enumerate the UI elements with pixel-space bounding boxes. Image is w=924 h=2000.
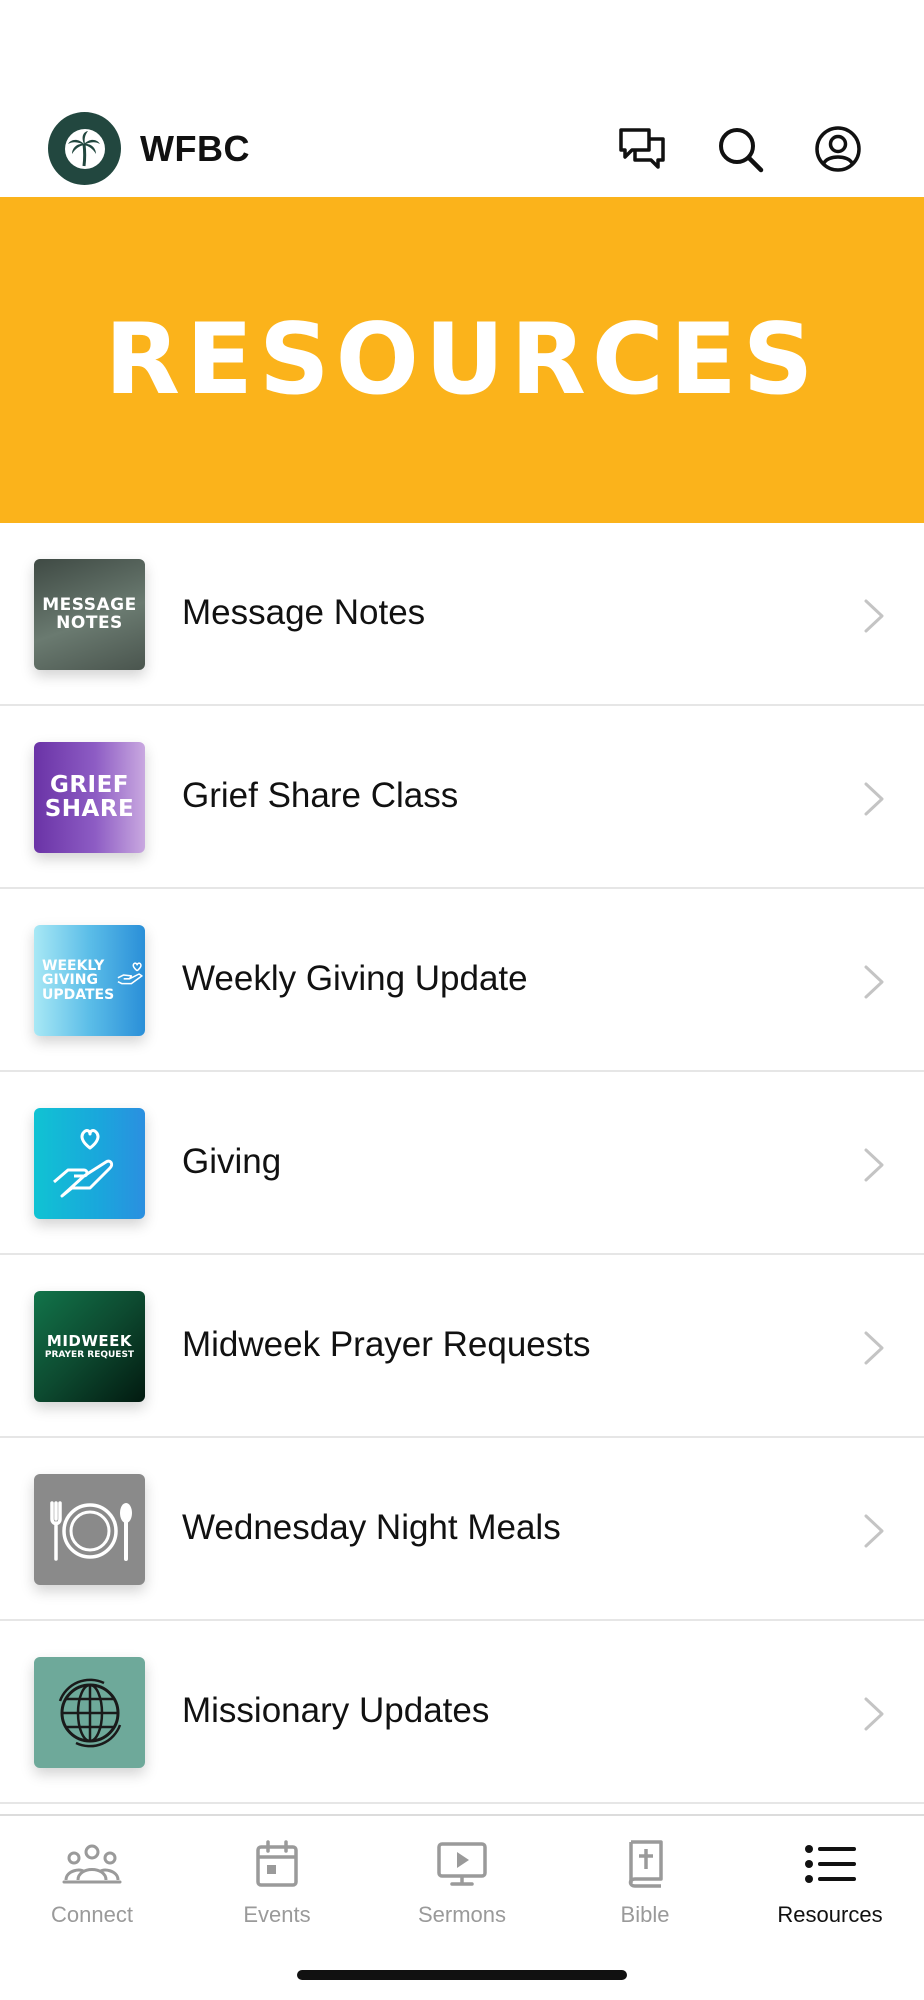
tab-label: Sermons — [417, 1902, 507, 1927]
chevron-right-icon — [864, 1514, 884, 1548]
resources-list: MESSAGE NOTES Message Notes GRIEF SHARE … — [0, 523, 924, 1804]
chevron-right-icon — [864, 599, 884, 633]
play-screen-icon — [370, 1834, 554, 1894]
chevron-right-icon — [864, 1697, 884, 1731]
hand-heart-icon — [52, 1128, 113, 1197]
globe-icon — [58, 1678, 121, 1747]
thumb-text-line: UPDATES — [42, 986, 115, 1003]
missionary-updates-thumbnail — [34, 1657, 145, 1768]
search-icon[interactable] — [715, 124, 765, 174]
list-item-label: Message Notes — [182, 593, 426, 632]
thumb-text-line: PRAYER REQUEST — [44, 1349, 135, 1360]
weekly-giving-thumbnail: WEEKLY GIVING UPDATES — [34, 925, 145, 1036]
message-notes-thumbnail: MESSAGE NOTES — [34, 559, 145, 670]
thumb-text-line: SHARE — [44, 795, 135, 822]
thumb-text-line: MIDWEEK — [46, 1331, 133, 1350]
people-icon — [0, 1834, 184, 1894]
list-item-label: Grief Share Class — [182, 776, 459, 815]
chat-icon[interactable] — [617, 124, 667, 174]
list-item-missionary-updates[interactable]: Missionary Updates — [0, 1621, 924, 1804]
page-banner: RESOURCES — [0, 197, 924, 523]
home-indicator[interactable] — [297, 1970, 627, 1980]
chevron-right-icon — [864, 1148, 884, 1182]
brand-name: WFBC — [140, 128, 250, 169]
tab-label: Bible — [620, 1902, 670, 1927]
app-header: WFBC — [0, 100, 924, 196]
midweek-prayer-thumbnail: MIDWEEK PRAYER REQUEST — [34, 1291, 145, 1402]
bible-icon — [553, 1834, 737, 1894]
chevron-right-icon — [864, 782, 884, 816]
wednesday-meals-thumbnail — [34, 1474, 145, 1585]
list-item-midweek-prayer[interactable]: MIDWEEK PRAYER REQUEST Midweek Prayer Re… — [0, 1255, 924, 1438]
giving-thumbnail — [34, 1108, 145, 1219]
page-title: RESOURCES — [104, 303, 820, 417]
thumb-text-line: GIVING — [42, 972, 98, 989]
hand-heart-icon — [117, 961, 143, 984]
chevron-right-icon — [864, 1331, 884, 1365]
list-item-message-notes[interactable]: MESSAGE NOTES Message Notes — [0, 523, 924, 706]
thumb-text-line: NOTES — [56, 612, 123, 633]
tab-label: Events — [243, 1902, 311, 1927]
list-item-weekly-giving-update[interactable]: WEEKLY GIVING UPDATES Weekly Giving Upda… — [0, 889, 924, 1072]
list-item-wednesday-meals[interactable]: Wednesday Night Meals — [0, 1438, 924, 1621]
list-item-grief-share[interactable]: GRIEF SHARE Grief Share Class — [0, 706, 924, 889]
list-icon — [738, 1834, 922, 1894]
thumb-text-line: GRIEF — [49, 772, 130, 799]
thumb-text-line: MESSAGE — [42, 595, 137, 616]
tab-events[interactable]: Events — [185, 1834, 369, 1928]
list-item-label: Midweek Prayer Requests — [182, 1325, 591, 1364]
list-item-label: Wednesday Night Meals — [182, 1508, 561, 1547]
thumb-text-line: WEEKLY — [42, 958, 105, 975]
calendar-icon — [185, 1834, 369, 1894]
profile-icon[interactable] — [813, 124, 863, 174]
grief-share-thumbnail: GRIEF SHARE — [34, 742, 145, 853]
list-item-label: Missionary Updates — [182, 1691, 490, 1730]
list-item-label: Weekly Giving Update — [182, 959, 528, 998]
tab-connect[interactable]: Connect — [0, 1834, 184, 1928]
tab-label: Connect — [51, 1902, 133, 1927]
church-logo[interactable] — [48, 112, 121, 185]
tab-sermons[interactable]: Sermons — [370, 1834, 554, 1928]
palm-tree-icon — [64, 128, 105, 169]
list-item-giving[interactable]: Giving — [0, 1072, 924, 1255]
tab-resources[interactable]: Resources — [738, 1834, 922, 1928]
tab-bible[interactable]: Bible — [553, 1834, 737, 1928]
chevron-right-icon — [864, 965, 884, 999]
list-item-label: Giving — [182, 1142, 282, 1181]
plate-utensils-icon — [49, 1500, 132, 1561]
tab-label: Resources — [777, 1902, 883, 1927]
